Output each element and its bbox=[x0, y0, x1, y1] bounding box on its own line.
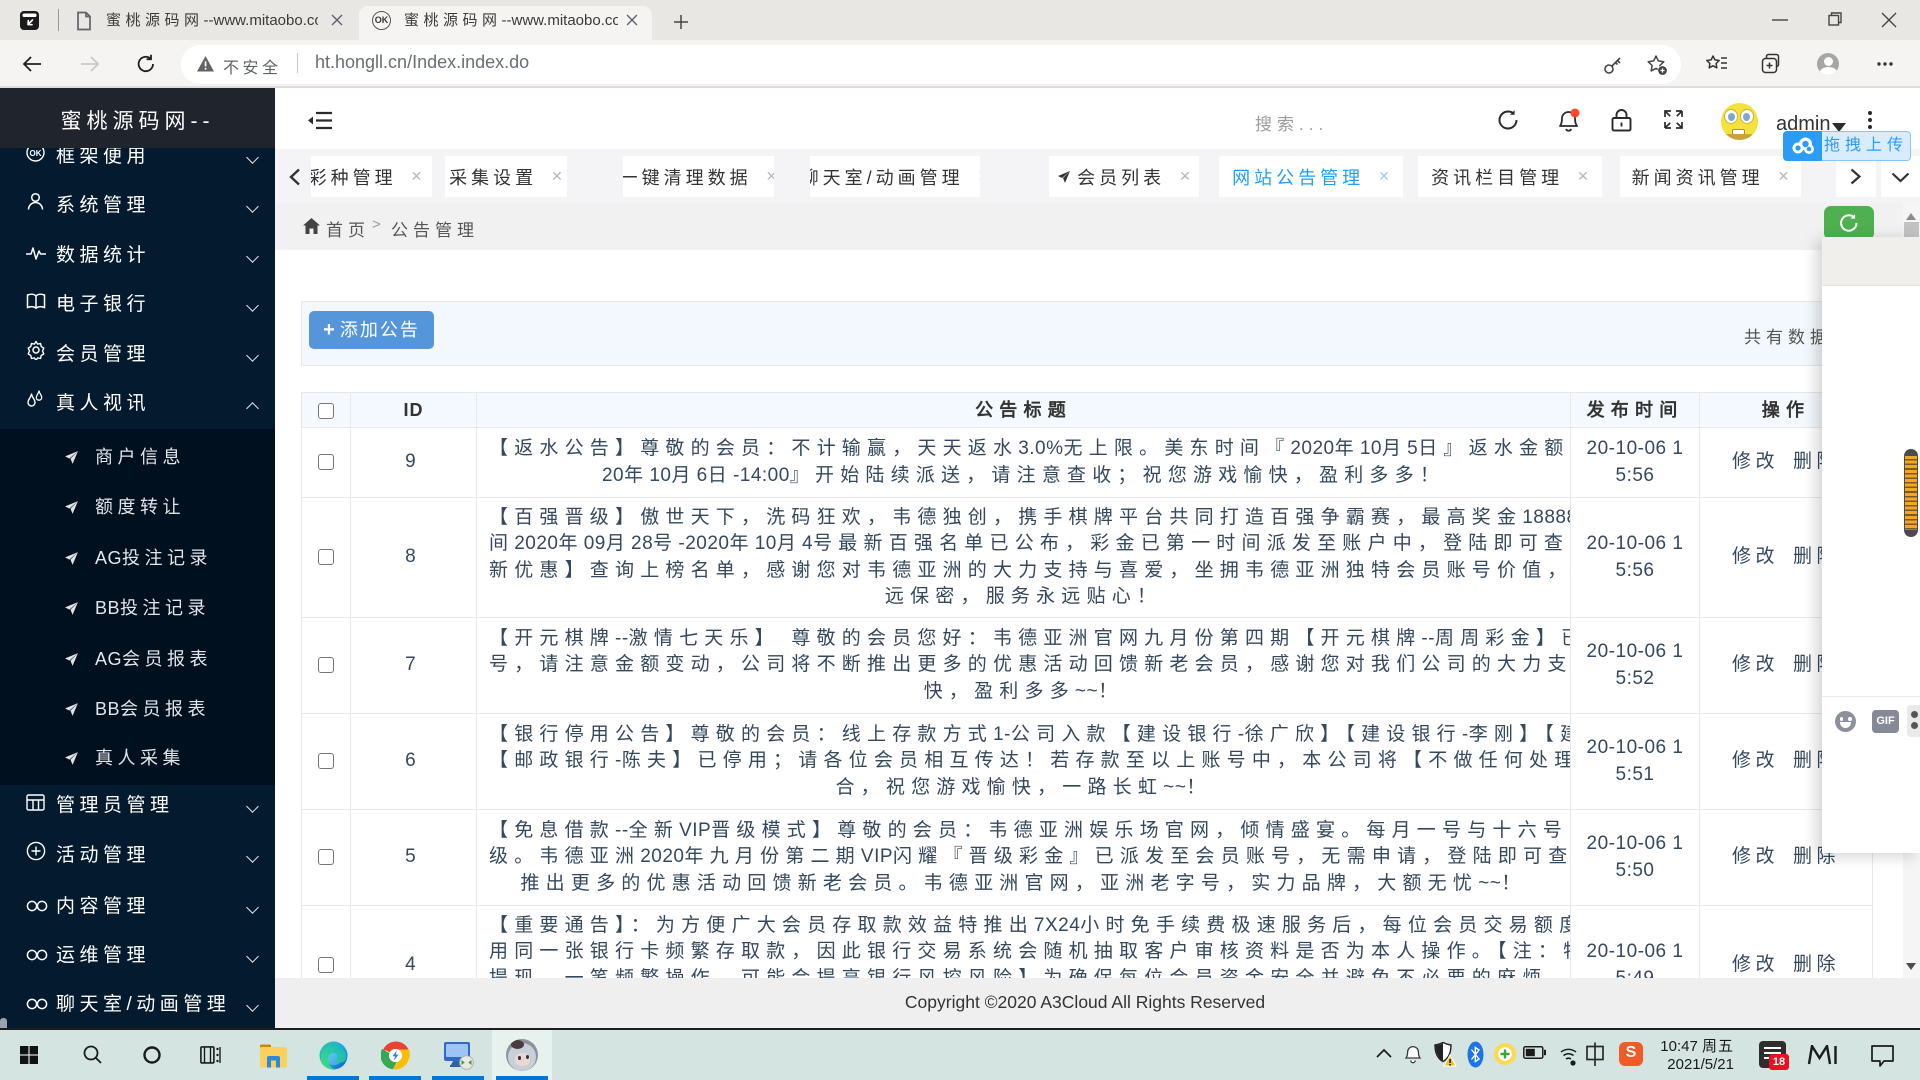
svg-text:OK: OK bbox=[30, 149, 42, 158]
